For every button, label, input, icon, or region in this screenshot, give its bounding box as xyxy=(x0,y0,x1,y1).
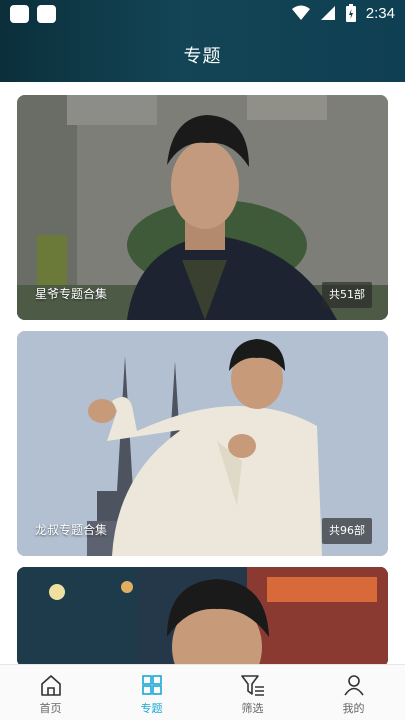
grid-icon xyxy=(141,675,162,695)
topic-card[interactable] xyxy=(17,567,388,664)
home-icon xyxy=(40,675,61,696)
tab-home[interactable]: 首页 xyxy=(0,665,101,720)
topic-card[interactable]: 星爷专题合集 共51部 xyxy=(17,95,388,320)
user-icon xyxy=(343,675,364,696)
tab-label: 专题 xyxy=(140,702,163,715)
filter-icon xyxy=(240,675,264,696)
card-count-badge: 共96部 xyxy=(322,518,372,544)
topic-card[interactable]: 龙叔专题合集 共96部 xyxy=(17,331,388,556)
status-notifications xyxy=(10,5,56,23)
card-cover-image xyxy=(17,567,388,664)
status-indicators: 2:34 xyxy=(291,4,395,22)
tab-label: 筛选 xyxy=(241,702,264,715)
battery-icon xyxy=(345,4,356,22)
tab-label: 首页 xyxy=(39,702,62,715)
wifi-icon xyxy=(291,5,310,20)
tab-profile[interactable]: 我的 xyxy=(303,665,404,720)
card-caption: 龙叔专题合集 xyxy=(35,523,108,537)
status-time: 2:34 xyxy=(365,4,395,22)
tab-topics[interactable]: 专题 xyxy=(101,665,202,720)
tab-label: 我的 xyxy=(342,702,365,715)
notification-icon xyxy=(10,5,29,23)
bottom-tab-bar: 首页 专题 筛选 我的 xyxy=(0,664,405,720)
card-caption: 星爷专题合集 xyxy=(35,287,108,301)
status-bar: 2:34 xyxy=(0,0,405,28)
topic-list[interactable]: 星爷专题合集 共51部 龙叔专题合集 共96部 xyxy=(0,82,405,664)
card-count-badge: 共51部 xyxy=(322,282,372,308)
notification-icon xyxy=(37,5,56,23)
page-title: 专题 xyxy=(183,46,222,67)
signal-icon xyxy=(320,6,335,20)
tab-filter[interactable]: 筛选 xyxy=(202,665,303,720)
